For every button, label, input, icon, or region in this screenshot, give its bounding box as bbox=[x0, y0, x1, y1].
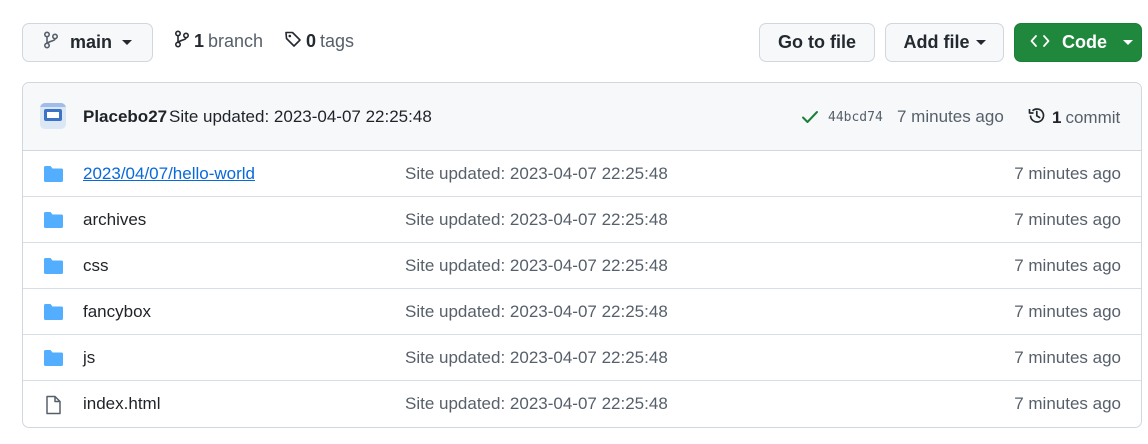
add-file-label: Add file bbox=[903, 32, 970, 52]
branches-link[interactable]: 1 branch bbox=[174, 30, 263, 53]
file-time: 7 minutes ago bbox=[1014, 348, 1121, 367]
commit-sha[interactable]: 44bcd74 bbox=[828, 110, 883, 125]
go-to-file-button[interactable]: Go to file bbox=[759, 23, 875, 62]
folder-icon bbox=[43, 211, 64, 234]
file-name[interactable]: css bbox=[83, 256, 109, 276]
branch-select-button[interactable]: main bbox=[22, 23, 153, 62]
commit-history-link[interactable]: 1 commit bbox=[1027, 106, 1120, 130]
file-name[interactable]: 2023/04/07/hello-world bbox=[83, 164, 255, 184]
file-commit-message[interactable]: Site updated: 2023-04-07 22:25:48 bbox=[405, 210, 668, 230]
file-name[interactable]: archives bbox=[83, 210, 146, 230]
folder-icon bbox=[43, 303, 64, 326]
code-icon bbox=[1030, 32, 1050, 53]
tag-count: 0 bbox=[306, 31, 317, 51]
go-to-file-label: Go to file bbox=[778, 32, 856, 52]
file-row[interactable]: js Site updated: 2023-04-07 22:25:48 7 m… bbox=[23, 335, 1141, 381]
file-commit-message[interactable]: Site updated: 2023-04-07 22:25:48 bbox=[405, 394, 668, 414]
commit-count: 1 bbox=[1052, 108, 1062, 127]
git-branch-icon bbox=[174, 30, 190, 53]
file-time: 7 minutes ago bbox=[1014, 164, 1121, 183]
tags-link[interactable]: 0 tags bbox=[284, 30, 354, 53]
code-button[interactable]: Code bbox=[1014, 23, 1142, 62]
file-row[interactable]: index.html Site updated: 2023-04-07 22:2… bbox=[23, 381, 1141, 427]
file-commit-message[interactable]: Site updated: 2023-04-07 22:25:48 bbox=[405, 348, 668, 368]
file-time: 7 minutes ago bbox=[1014, 256, 1121, 275]
folder-icon bbox=[43, 257, 64, 280]
file-commit-message[interactable]: Site updated: 2023-04-07 22:25:48 bbox=[405, 164, 668, 184]
add-file-button[interactable]: Add file bbox=[885, 23, 1004, 62]
code-label: Code bbox=[1062, 32, 1107, 52]
git-branch-icon bbox=[43, 31, 59, 54]
commit-time: 7 minutes ago bbox=[897, 107, 1004, 126]
file-commit-message[interactable]: Site updated: 2023-04-07 22:25:48 bbox=[405, 256, 668, 276]
chevron-down-icon bbox=[1123, 40, 1133, 45]
avatar[interactable] bbox=[40, 103, 66, 129]
commit-author[interactable]: Placebo27 bbox=[83, 107, 167, 127]
history-icon bbox=[1027, 106, 1046, 130]
file-time: 7 minutes ago bbox=[1014, 394, 1121, 413]
folder-icon bbox=[43, 349, 64, 372]
branch-label: branch bbox=[208, 31, 264, 51]
file-icon bbox=[43, 395, 64, 420]
branch-count: 1 bbox=[194, 31, 205, 51]
repo-toolbar: main 1 branch 0 tags Go to file Add file… bbox=[0, 0, 1148, 82]
file-row[interactable]: fancybox Site updated: 2023-04-07 22:25:… bbox=[23, 289, 1141, 335]
file-browser: Placebo27 Site updated: 2023-04-07 22:25… bbox=[22, 82, 1142, 428]
folder-icon bbox=[43, 165, 64, 188]
latest-commit-bar: Placebo27 Site updated: 2023-04-07 22:25… bbox=[23, 83, 1141, 151]
file-row[interactable]: css Site updated: 2023-04-07 22:25:48 7 … bbox=[23, 243, 1141, 289]
file-name[interactable]: index.html bbox=[83, 394, 160, 414]
chevron-down-icon bbox=[975, 40, 986, 45]
file-row[interactable]: 2023/04/07/hello-world Site updated: 202… bbox=[23, 151, 1141, 197]
file-commit-message[interactable]: Site updated: 2023-04-07 22:25:48 bbox=[405, 302, 668, 322]
file-row[interactable]: archives Site updated: 2023-04-07 22:25:… bbox=[23, 197, 1141, 243]
branch-name: main bbox=[70, 32, 113, 52]
commit-message[interactable]: Site updated: 2023-04-07 22:25:48 bbox=[169, 107, 432, 127]
file-time: 7 minutes ago bbox=[1014, 302, 1121, 321]
file-name[interactable]: fancybox bbox=[83, 302, 151, 322]
file-name[interactable]: js bbox=[83, 348, 95, 368]
commit-label: commit bbox=[1065, 108, 1121, 127]
tag-label: tags bbox=[320, 31, 355, 51]
tag-icon bbox=[284, 30, 302, 53]
check-icon[interactable] bbox=[801, 109, 819, 129]
chevron-down-icon bbox=[122, 40, 133, 45]
file-time: 7 minutes ago bbox=[1014, 210, 1121, 229]
